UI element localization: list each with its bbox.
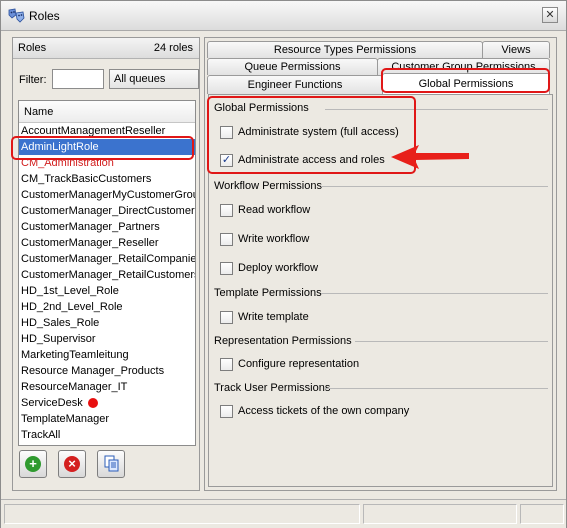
list-item[interactable]: ResourceManager_IT [19, 379, 195, 395]
window-title: Roles [29, 9, 60, 23]
section-title-workflow: Workflow Permissions [214, 180, 322, 192]
list-item[interactable]: HD_Sales_Role [19, 315, 195, 331]
status-segment [4, 504, 360, 524]
queue-select-value: All queues [114, 73, 166, 85]
delete-icon: × [64, 456, 80, 472]
checkbox-label: Deploy workflow [238, 262, 319, 274]
list-item[interactable]: CustomerManager_Partners [19, 219, 195, 235]
list-item[interactable]: HD_2nd_Level_Role [19, 299, 195, 315]
list-item[interactable]: Resource Manager_Products [19, 363, 195, 379]
checkbox-label: Access tickets of the own company [238, 405, 410, 417]
list-item[interactable]: HD_1st_Level_Role [19, 283, 195, 299]
list-item[interactable]: HD_Supervisor [19, 331, 195, 347]
tab-resource-types-permissions[interactable]: Resource Types Permissions [207, 41, 483, 58]
queue-select[interactable]: All queues [109, 69, 199, 89]
add-role-button[interactable]: + [19, 450, 47, 478]
list-item[interactable]: MarketingTeamleitung [19, 347, 195, 363]
roles-icon [8, 8, 26, 24]
checkbox-label: Write workflow [238, 233, 310, 245]
checkbox-label: Configure representation [238, 358, 360, 370]
checkbox-label: Write template [238, 311, 309, 323]
list-item-servicedesk[interactable]: ServiceDesk [19, 395, 195, 411]
annotation-highlight-global-section [207, 96, 416, 174]
add-icon: + [25, 456, 41, 472]
annotation-highlight-selected-role [11, 136, 194, 160]
tab-views[interactable]: Views [482, 41, 550, 58]
divider [355, 341, 548, 342]
copy-role-button[interactable] [97, 450, 125, 478]
checkbox[interactable] [220, 405, 233, 418]
list-item[interactable]: CustomerManager_Reseller [19, 235, 195, 251]
roles-panel: Roles 24 roles Filter: All queues Name A… [12, 37, 200, 491]
tab-queue-permissions[interactable]: Queue Permissions [207, 58, 378, 75]
divider [321, 186, 548, 187]
annotation-arrow [391, 145, 469, 169]
divider [325, 388, 548, 389]
list-item[interactable]: CustomerManagerMyCustomerGroup [19, 187, 195, 203]
divider [321, 293, 548, 294]
checkbox-label: Read workflow [238, 204, 311, 216]
roles-window: Roles ✕ Roles 24 roles Filter: All queue… [0, 0, 567, 528]
delete-role-button[interactable]: × [58, 450, 86, 478]
title-bar: Roles ✕ [1, 1, 566, 31]
filter-input[interactable] [52, 69, 104, 89]
list-item[interactable]: CustomerManager_DirectCustomers [19, 203, 195, 219]
checkbox[interactable] [220, 204, 233, 217]
list-item[interactable]: CustomerManager_RetailCustomers [19, 267, 195, 283]
filter-label: Filter: [19, 74, 47, 86]
annotation-highlight-global-tab [381, 68, 550, 93]
section-title-template: Template Permissions [214, 287, 322, 299]
copy-icon [103, 455, 121, 476]
checkbox[interactable] [220, 358, 233, 371]
roles-count: 24 roles [153, 42, 193, 54]
status-segment [363, 504, 517, 524]
list-item[interactable]: CM_TrackBasicCustomers [19, 171, 195, 187]
tab-engineer-functions[interactable]: Engineer Functions [207, 75, 383, 94]
close-icon[interactable]: ✕ [542, 7, 558, 23]
list-item[interactable]: CustomerManager_RetailCompanies [19, 251, 195, 267]
section-title-track-user: Track User Permissions [214, 382, 331, 394]
roles-panel-header: Roles 24 roles [13, 38, 199, 59]
list-item-label: ServiceDesk [21, 397, 83, 409]
roles-list-rows: AccountManagementReseller AdminLightRole… [19, 123, 195, 443]
status-bar [1, 499, 566, 528]
list-item[interactable]: TemplateManager [19, 411, 195, 427]
checkbox[interactable] [220, 233, 233, 246]
roles-panel-title: Roles [18, 42, 47, 54]
section-title-representation: Representation Permissions [214, 335, 352, 347]
name-column-header[interactable]: Name [19, 101, 195, 123]
list-item[interactable]: TrackAll [19, 427, 195, 443]
red-dot-marker [88, 398, 98, 408]
checkbox[interactable] [220, 311, 233, 324]
checkbox[interactable] [220, 262, 233, 275]
status-segment [520, 504, 564, 524]
